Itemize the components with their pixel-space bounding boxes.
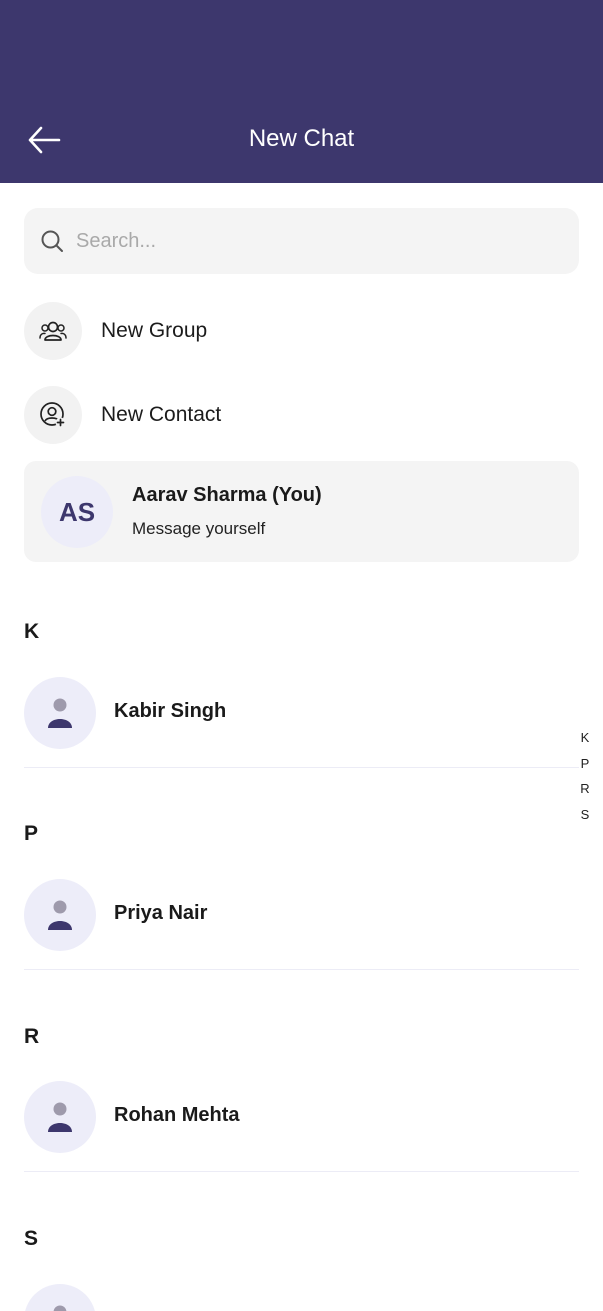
alphabet-index: K P R S [574,728,596,830]
person-icon [24,1284,96,1311]
add-contact-icon [24,386,82,444]
section-header-p: P [24,822,39,845]
page-title: New Chat [248,125,355,152]
alphabet-index-p[interactable]: P [581,754,590,780]
search-bar[interactable] [24,208,579,274]
contact-row[interactable]: Priya Nair [24,879,579,970]
section-header-r: R [24,1025,40,1048]
alphabet-index-s[interactable]: S [581,805,590,831]
section-header-k: K [24,620,40,643]
contact-row[interactable] [24,1284,579,1311]
contact-row[interactable]: Rohan Mehta [24,1081,579,1172]
alphabet-index-r[interactable]: R [580,779,589,805]
person-icon [24,677,96,749]
section-header-s: S [24,1227,39,1250]
search-icon [40,229,64,253]
alphabet-index-k[interactable]: K [581,728,590,754]
contact-name: Kabir Singh [114,700,227,722]
new-contact-label: New Contact [101,403,222,426]
self-chat-card[interactable]: AS Aarav Sharma (You) Message yourself [24,461,579,562]
search-input[interactable] [74,228,538,254]
contact-row[interactable]: Kabir Singh [24,677,579,768]
contact-name: Priya Nair [114,902,208,924]
app-header: New Chat [0,0,603,183]
new-contact-button[interactable]: New Contact [24,385,579,445]
contact-name: Rohan Mehta [114,1104,240,1126]
new-chat-screen: New Chat New Group [0,0,603,1311]
person-icon [24,1081,96,1153]
self-name: Aarav Sharma (You) [132,484,322,506]
self-subtitle: Message yourself [132,519,266,538]
person-icon [24,879,96,951]
new-group-button[interactable]: New Group [24,301,579,361]
group-icon [24,302,82,360]
avatar: AS [41,476,113,548]
new-group-label: New Group [101,319,208,342]
